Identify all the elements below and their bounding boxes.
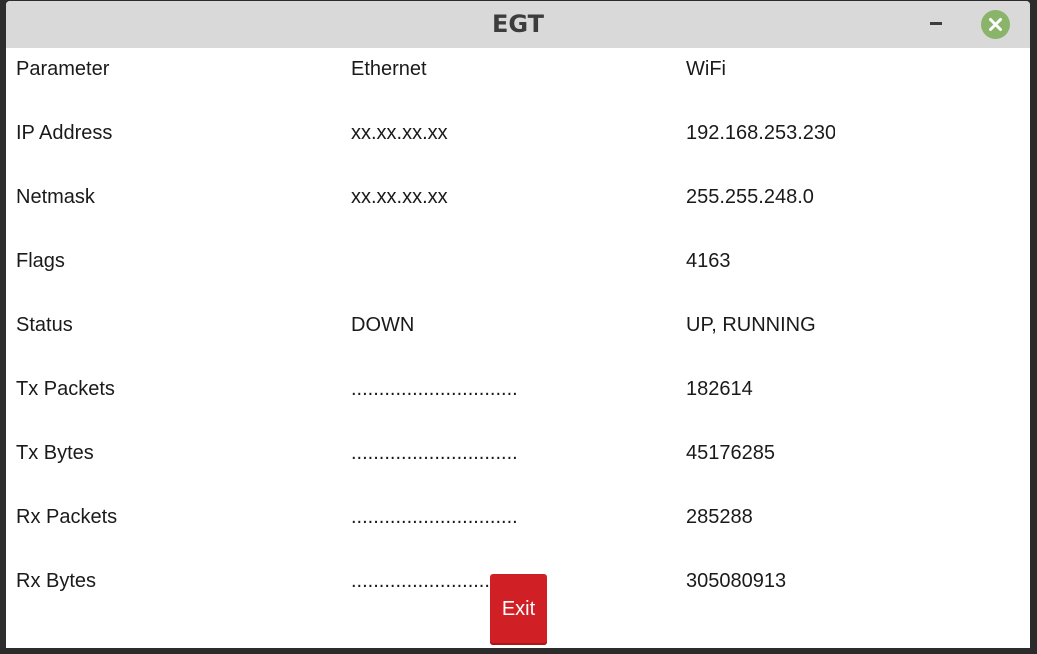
- window-bottom-edge: [0, 648, 1037, 654]
- table-row: Flags 4163: [6, 240, 1030, 304]
- row-label: IP Address: [16, 122, 113, 144]
- ethernet-value: DOWN: [351, 314, 415, 336]
- exit-button[interactable]: Exit: [490, 574, 547, 645]
- row-label: Rx Bytes: [16, 570, 97, 592]
- row-label: Netmask: [16, 186, 95, 208]
- ethernet-value: xx.xx.xx.xx: [351, 186, 448, 208]
- ethernet-value: ..............................: [351, 442, 518, 464]
- minimize-button[interactable]: [928, 13, 944, 35]
- row-label: Flags: [16, 250, 65, 272]
- network-info-table: Parameter Ethernet WiFi IP Address xx.xx…: [6, 48, 1030, 624]
- ethernet-value: ..............................: [351, 378, 518, 400]
- window-title: EGT: [491, 10, 545, 38]
- table-row: Tx Packets .............................…: [6, 368, 1030, 432]
- close-button[interactable]: [981, 10, 1010, 39]
- ethernet-value: [351, 240, 671, 282]
- header-ethernet: Ethernet: [351, 58, 427, 80]
- wifi-value: 192.168.253.230: [686, 122, 835, 144]
- table-row: Netmask xx.xx.xx.xx 255.255.248.0: [6, 176, 1030, 240]
- wifi-value: 45176285: [686, 442, 775, 464]
- table-header-row: Parameter Ethernet WiFi: [6, 48, 1030, 112]
- row-label: Tx Packets: [16, 378, 115, 400]
- wifi-value: 182614: [686, 378, 753, 400]
- header-wifi: WiFi: [686, 58, 726, 80]
- ethernet-value: ..............................: [351, 506, 518, 528]
- wifi-value: 285288: [686, 506, 753, 528]
- table-row: IP Address xx.xx.xx.xx 192.168.253.230: [6, 112, 1030, 176]
- table-row: Tx Bytes .............................. …: [6, 432, 1030, 496]
- egt-window: EGT Parameter Ethernet WiFi IP Address x…: [6, 1, 1030, 649]
- row-label: Tx Bytes: [16, 442, 94, 464]
- table-row: Rx Packets .............................…: [6, 496, 1030, 560]
- wifi-value: UP, RUNNING: [686, 314, 816, 336]
- wifi-value: 305080913: [686, 570, 787, 592]
- wifi-value: 4163: [686, 250, 731, 272]
- ethernet-value: xx.xx.xx.xx: [351, 122, 448, 144]
- row-label: Rx Packets: [16, 506, 118, 528]
- title-bar[interactable]: EGT: [6, 1, 1030, 48]
- close-icon: [989, 18, 1002, 31]
- table-row: Status DOWN UP, RUNNING: [6, 304, 1030, 368]
- wifi-value: 255.255.248.0: [686, 186, 814, 208]
- minimize-icon: [930, 22, 942, 25]
- header-parameter: Parameter: [16, 58, 110, 80]
- row-label: Status: [16, 314, 73, 336]
